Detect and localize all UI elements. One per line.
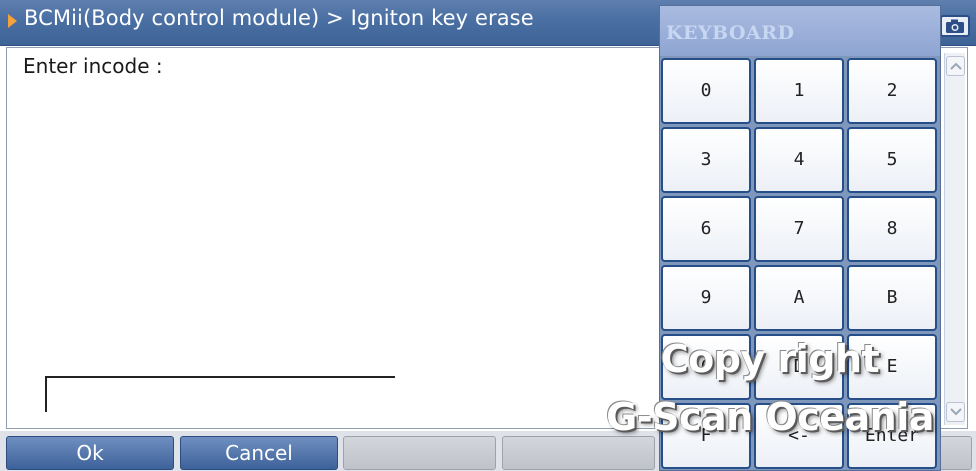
screenshot-button[interactable] (940, 15, 970, 37)
page-title: BCMii(Body control module) > Igniton key… (24, 6, 534, 30)
key-0[interactable]: 0 (661, 58, 751, 124)
key-d[interactable]: D (754, 334, 844, 400)
camera-icon (946, 19, 964, 33)
key-5[interactable]: 5 (847, 127, 937, 193)
keyboard-title: KEYBOARD (666, 22, 795, 44)
key-e[interactable]: E (847, 334, 937, 400)
key-c[interactable]: C (661, 334, 751, 400)
key-7[interactable]: 7 (754, 196, 844, 262)
key-f[interactable]: F (661, 403, 751, 469)
keyboard-header: KEYBOARD (660, 6, 940, 56)
scroll-down-button[interactable] (946, 402, 965, 422)
breadcrumb-arrow-icon (8, 14, 17, 28)
scroll-up-button[interactable] (946, 56, 965, 76)
cancel-button[interactable]: Cancel (180, 436, 338, 470)
ok-button[interactable]: Ok (6, 436, 174, 470)
key-enter[interactable]: Enter (847, 403, 937, 469)
empty-function-button (343, 436, 496, 470)
chevron-down-icon (950, 408, 962, 416)
vertical-scrollbar[interactable] (944, 53, 965, 425)
key-4[interactable]: 4 (754, 127, 844, 193)
key-2[interactable]: 2 (847, 58, 937, 124)
empty-function-button (502, 436, 655, 470)
key-1[interactable]: 1 (754, 58, 844, 124)
on-screen-keyboard: KEYBOARD 0 1 2 3 4 5 6 7 8 9 A B C D E F… (659, 5, 941, 471)
chevron-up-icon (950, 62, 962, 70)
incode-input[interactable] (45, 376, 395, 412)
key-3[interactable]: 3 (661, 127, 751, 193)
key-8[interactable]: 8 (847, 196, 937, 262)
key-a[interactable]: A (754, 265, 844, 331)
incode-prompt-label: Enter incode : (23, 54, 163, 78)
key-backspace[interactable]: <- (754, 403, 844, 469)
key-6[interactable]: 6 (661, 196, 751, 262)
key-9[interactable]: 9 (661, 265, 751, 331)
key-b[interactable]: B (847, 265, 937, 331)
